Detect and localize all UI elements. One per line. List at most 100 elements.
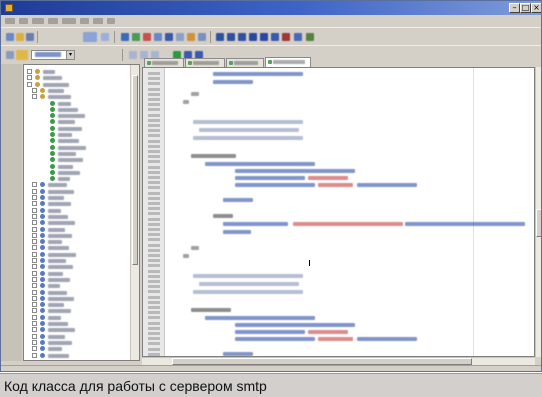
configuration-dropdown[interactable]: ▾	[31, 50, 75, 60]
tree-item-icon	[40, 333, 45, 339]
run-icon[interactable]	[306, 33, 314, 41]
back-icon[interactable]	[121, 33, 129, 41]
tree-expander[interactable]	[32, 251, 37, 257]
tree-scrollbar[interactable]	[130, 65, 139, 360]
menu-file[interactable]	[5, 18, 15, 24]
tree-expander[interactable]	[32, 94, 37, 100]
debug-icon[interactable]	[176, 33, 184, 41]
line-number	[148, 332, 160, 335]
tree-expander[interactable]	[32, 188, 37, 194]
split-view-icon[interactable]	[101, 33, 109, 41]
copy-icon[interactable]	[227, 33, 235, 41]
editor-tab-active[interactable]	[265, 57, 311, 67]
editor-horizontal-scroll-thumb[interactable]	[172, 358, 472, 365]
tree-expander[interactable]	[27, 75, 32, 81]
code-line	[235, 337, 315, 341]
window-layout-icon[interactable]	[83, 32, 97, 42]
tree-expander[interactable]	[32, 232, 37, 238]
line-number	[148, 150, 160, 153]
tree-expander[interactable]	[32, 295, 37, 301]
editor-vertical-scroll-thumb[interactable]	[536, 209, 541, 237]
tree-expander[interactable]	[32, 352, 37, 358]
replace-icon[interactable]	[282, 33, 290, 41]
cut-icon[interactable]	[216, 33, 224, 41]
menu-view[interactable]	[48, 18, 58, 24]
folder-icon[interactable]	[16, 50, 28, 60]
menu-search[interactable]	[32, 18, 44, 24]
editor-horizontal-scrollbar[interactable]	[142, 357, 535, 365]
tree-expander[interactable]	[32, 182, 37, 188]
open-folder-icon[interactable]	[16, 33, 24, 41]
tree-item-icon	[40, 283, 45, 289]
tree-expander[interactable]	[32, 289, 37, 295]
tree-expander[interactable]	[32, 321, 37, 326]
breakpoint-icon[interactable]	[198, 33, 206, 41]
tree-expander[interactable]	[32, 302, 37, 308]
tree-item[interactable]	[24, 352, 128, 360]
chevron-down-icon[interactable]: ▾	[66, 51, 74, 59]
code-line	[357, 337, 417, 341]
tree-expander[interactable]	[32, 270, 37, 276]
bookmark-icon[interactable]	[129, 51, 137, 59]
editor-tab[interactable]	[144, 58, 184, 67]
maximize-button[interactable]: □	[520, 3, 531, 13]
tree-expander[interactable]	[32, 346, 37, 352]
tree-expander[interactable]	[32, 87, 37, 93]
compile-icon[interactable]	[154, 33, 162, 41]
tree-expander[interactable]	[32, 327, 37, 333]
stop-icon[interactable]	[143, 33, 151, 41]
step-icon[interactable]	[187, 33, 195, 41]
editor-tab[interactable]	[226, 58, 264, 67]
paste-icon[interactable]	[238, 33, 246, 41]
title-bar[interactable]: – □ ×	[1, 1, 541, 15]
tree-expander[interactable]	[32, 308, 37, 314]
undo-icon[interactable]	[249, 33, 257, 41]
menu-edit[interactable]	[19, 18, 28, 24]
tree-expander[interactable]	[32, 264, 37, 270]
tree-item-icon	[40, 264, 45, 270]
tree-item-label	[48, 309, 71, 314]
redo-icon[interactable]	[260, 33, 268, 41]
tree-item-icon	[40, 258, 45, 263]
tree-expander[interactable]	[32, 207, 37, 213]
code-line	[357, 183, 417, 187]
menu-project[interactable]	[62, 18, 76, 24]
forward-icon[interactable]	[132, 33, 140, 41]
tree-expander[interactable]	[32, 245, 37, 251]
tree-item-label	[48, 290, 67, 295]
close-button[interactable]: ×	[531, 3, 541, 13]
tree-item-icon	[40, 289, 45, 295]
find-icon[interactable]	[271, 33, 279, 41]
new-file-icon[interactable]	[6, 33, 14, 41]
tree-expander[interactable]	[32, 195, 37, 200]
tree-scroll-thumb[interactable]	[132, 75, 138, 265]
tree-expander[interactable]	[32, 213, 37, 219]
tree-expander[interactable]	[32, 339, 37, 345]
goto-icon[interactable]	[294, 33, 302, 41]
tree-expander[interactable]	[32, 314, 37, 320]
menu-tools[interactable]	[93, 18, 103, 24]
code-editor[interactable]	[142, 67, 535, 357]
tree-expander[interactable]	[27, 69, 32, 74]
tree-item-label	[58, 101, 71, 106]
save-icon[interactable]	[26, 33, 34, 41]
menu-run[interactable]	[80, 18, 89, 24]
tree-expander[interactable]	[32, 333, 37, 339]
tree-expander[interactable]	[32, 276, 37, 282]
tree-expander[interactable]	[32, 283, 37, 289]
code-line	[191, 92, 199, 96]
minimize-button[interactable]: –	[509, 3, 520, 13]
tree-item-label	[58, 145, 86, 150]
tree-expander[interactable]	[32, 220, 37, 226]
project-icon[interactable]	[6, 51, 14, 59]
line-number	[148, 248, 160, 252]
tree-expander[interactable]	[32, 239, 37, 245]
tree-expander[interactable]	[32, 258, 37, 263]
tree-expander[interactable]	[32, 226, 37, 232]
editor-tab[interactable]	[185, 58, 225, 67]
tree-expander[interactable]	[27, 81, 32, 87]
build-icon[interactable]	[165, 33, 173, 41]
menu-help[interactable]	[107, 18, 115, 24]
editor-vertical-scrollbar[interactable]	[535, 67, 541, 357]
tree-expander[interactable]	[32, 201, 37, 207]
